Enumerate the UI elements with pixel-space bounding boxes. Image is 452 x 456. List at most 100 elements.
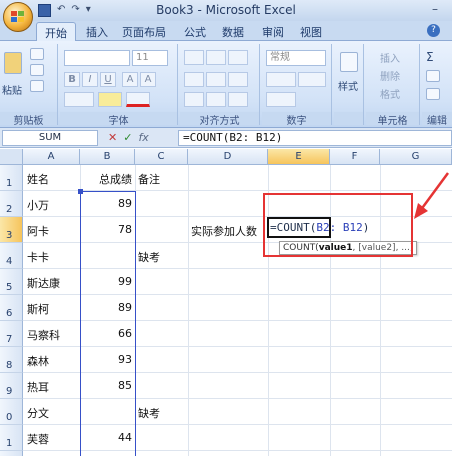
row-header[interactable]: 6 — [0, 295, 23, 321]
font-color-button[interactable] — [126, 92, 150, 107]
paste-button[interactable]: 粘贴 — [2, 82, 22, 97]
row-header[interactable]: 0 — [0, 399, 23, 425]
help-icon[interactable]: ? — [427, 24, 440, 37]
row-number: 9 — [6, 386, 13, 397]
insert-cells-button[interactable]: 插入 — [380, 50, 400, 65]
cell-score[interactable]: 总成绩 — [80, 171, 132, 187]
ribbon: 粘贴 剪贴板 11 B I U A A 字体 对齐方式 常规 数字 样式 插入 … — [0, 41, 452, 128]
align-left-button[interactable] — [184, 72, 204, 87]
row-number: 4 — [6, 256, 13, 267]
cell-name[interactable]: 阿卡 — [27, 223, 79, 239]
cell-name[interactable]: 卡卡 — [27, 249, 79, 265]
name-box[interactable]: SUM — [2, 130, 98, 146]
column-header-e[interactable]: E — [268, 149, 330, 165]
cell-name[interactable]: 斯柯 — [27, 301, 79, 317]
format-cells-button[interactable]: 格式 — [380, 86, 400, 101]
align-middle-button[interactable] — [206, 50, 226, 65]
delete-cells-button[interactable]: 删除 — [380, 68, 400, 83]
column-header-f[interactable]: F — [330, 149, 380, 165]
font-name-combo[interactable] — [64, 50, 130, 66]
row-header[interactable]: 7 — [0, 321, 23, 347]
format-painter-icon[interactable] — [30, 80, 44, 92]
cell-note[interactable]: 缺考 — [138, 405, 186, 421]
row-header[interactable]: 8 — [0, 347, 23, 373]
decrease-indent-button[interactable] — [184, 92, 204, 107]
grow-font-button[interactable]: A — [122, 72, 138, 87]
row-header[interactable]: 5 — [0, 269, 23, 295]
group-editing: Σ 编辑 — [422, 44, 452, 127]
row-number: 1 — [6, 438, 13, 449]
cell-name[interactable]: 热耳 — [27, 379, 79, 395]
formula-input[interactable]: =COUNT(B2: B12) — [178, 130, 452, 146]
office-button[interactable] — [3, 2, 33, 32]
increase-indent-button[interactable] — [206, 92, 226, 107]
percent-format-button[interactable] — [298, 72, 326, 87]
enter-icon[interactable]: ✓ — [123, 131, 132, 144]
row-header[interactable]: 4 — [0, 243, 23, 269]
clear-icon[interactable] — [426, 88, 440, 100]
cell-note[interactable]: 缺考 — [138, 249, 186, 265]
row-number: 8 — [6, 360, 13, 371]
increase-decimal-button[interactable] — [266, 92, 296, 107]
column-header-d[interactable]: D — [188, 149, 268, 165]
row-header[interactable]: 2 — [0, 451, 23, 456]
cell-note[interactable]: 备注 — [138, 171, 186, 187]
select-all-corner[interactable] — [0, 149, 23, 165]
row-header[interactable]: 1 — [0, 165, 23, 191]
cell-name[interactable]: 小万 — [27, 197, 79, 213]
italic-button[interactable]: I — [82, 72, 98, 87]
cell-name[interactable]: 斯达康 — [27, 275, 79, 291]
tab-home[interactable]: 开始 — [36, 22, 76, 42]
cell-name[interactable]: 分文 — [27, 405, 79, 421]
row-header[interactable]: 2 — [0, 191, 23, 217]
tab-formulas[interactable]: 公式 — [184, 24, 206, 40]
bold-button[interactable]: B — [64, 72, 80, 87]
worksheet[interactable]: A B C D E F G 1 姓名 总成绩 备注 2 小万 89 3 阿卡 78 实际参加人数 4 卡… — [0, 149, 452, 456]
align-center-button[interactable] — [206, 72, 226, 87]
row-header[interactable]: 1 — [0, 425, 23, 451]
cut-icon[interactable] — [30, 48, 44, 60]
cell-label[interactable]: 实际参加人数 — [191, 223, 267, 239]
copy-icon[interactable] — [30, 64, 44, 76]
row-header[interactable]: 9 — [0, 373, 23, 399]
styles-button[interactable]: 样式 — [338, 78, 358, 93]
cancel-icon[interactable]: ✕ — [108, 131, 117, 144]
column-header-c[interactable]: C — [135, 149, 188, 165]
align-bottom-button[interactable] — [228, 50, 248, 65]
cell-name[interactable]: 芙蓉 — [27, 431, 79, 447]
shrink-font-button[interactable]: A — [140, 72, 156, 87]
range-handle-top-left[interactable] — [78, 189, 83, 194]
column-header-a[interactable]: A — [23, 149, 80, 165]
fill-icon[interactable] — [426, 70, 440, 82]
cell-name[interactable]: 马察科 — [27, 327, 79, 343]
paste-icon[interactable] — [4, 52, 22, 74]
column-header-b[interactable]: B — [80, 149, 135, 165]
underline-button[interactable]: U — [100, 72, 116, 87]
autosum-button[interactable]: Σ — [426, 50, 434, 64]
tab-view[interactable]: 视图 — [300, 24, 322, 40]
borders-button[interactable] — [64, 92, 94, 107]
tab-insert[interactable]: 插入 — [86, 24, 108, 40]
align-right-button[interactable] — [228, 72, 248, 87]
font-size-combo[interactable]: 11 — [132, 50, 168, 66]
group-styles: 样式 — [334, 44, 364, 125]
fill-color-button[interactable] — [98, 92, 122, 107]
wrap-text-button[interactable] — [228, 92, 248, 107]
tab-review[interactable]: 审阅 — [262, 24, 284, 40]
align-top-button[interactable] — [184, 50, 204, 65]
insert-function-icon[interactable]: fx — [138, 131, 148, 144]
group-label-styles — [334, 112, 363, 125]
row-number: 1 — [6, 178, 13, 189]
cell-name[interactable]: 森林 — [27, 353, 79, 369]
styles-icon[interactable] — [340, 52, 358, 72]
group-label-editing: 编辑 — [422, 112, 452, 127]
row-number: 6 — [6, 308, 13, 319]
row-header[interactable]: 3 — [0, 217, 23, 243]
cell-name[interactable]: 姓名 — [27, 171, 79, 187]
minimize-button[interactable]: – — [432, 2, 438, 16]
tab-page-layout[interactable]: 页面布局 — [122, 24, 166, 40]
column-header-g[interactable]: G — [380, 149, 452, 165]
number-format-combo[interactable]: 常规 — [266, 50, 326, 66]
tab-data[interactable]: 数据 — [222, 24, 244, 40]
currency-format-button[interactable] — [266, 72, 296, 87]
